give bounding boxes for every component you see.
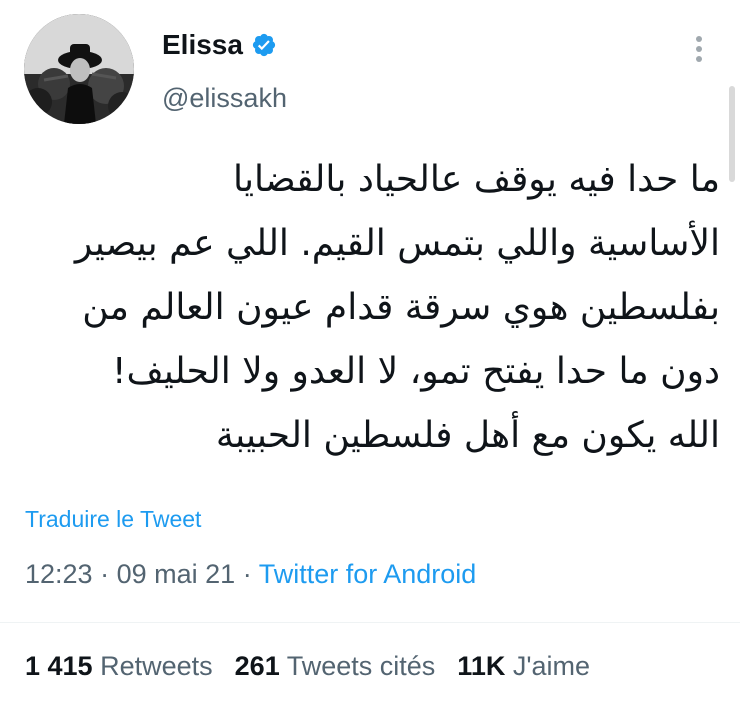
tweet-text-line: بفلسطين هوي سرقة قدام عيون العالم من xyxy=(82,287,720,328)
retweets-count: 1 415 xyxy=(25,651,93,681)
author-handle[interactable]: @elissakh xyxy=(162,82,287,114)
divider xyxy=(0,622,740,623)
verified-badge-icon xyxy=(252,33,276,57)
tweet-text: ما حدا فيه يوقف عالحياد بالقضايا الأساسي… xyxy=(24,148,720,468)
tweet-text-line: دون ما حدا يفتح تمو، لا العدو ولا الحليف… xyxy=(112,351,720,392)
author-display-name[interactable]: Elissa xyxy=(162,28,243,62)
quote-tweets-count: 261 xyxy=(234,651,280,681)
retweets-stat[interactable]: 1 415 Retweets xyxy=(25,648,213,684)
tweet-source-link[interactable]: Twitter for Android xyxy=(259,559,477,589)
tweet-time[interactable]: 12:23 xyxy=(25,559,93,589)
tweet-date[interactable]: 09 mai 21 xyxy=(117,559,236,589)
tweet-metadata: 12:23 · 09 mai 21 · Twitter for Android xyxy=(25,556,476,592)
tweet-text-line: ما حدا فيه يوقف عالحياد بالقضايا xyxy=(233,159,720,200)
translate-tweet-link[interactable]: Traduire le Tweet xyxy=(25,504,201,534)
meta-separator: · xyxy=(242,559,252,589)
scrollbar[interactable] xyxy=(729,86,735,182)
more-vertical-icon[interactable] xyxy=(690,34,708,64)
tweet-text-line: الله يكون مع أهل فلسطين الحبيبة xyxy=(215,415,720,456)
likes-label: J'aime xyxy=(512,651,591,681)
tweet-stats: 1 415 Retweets 261 Tweets cités 11K J'ai… xyxy=(25,648,590,684)
meta-separator: · xyxy=(100,559,110,589)
author-name-row[interactable]: Elissa xyxy=(162,28,277,62)
likes-stat[interactable]: 11K J'aime xyxy=(457,648,590,684)
tweet-text-line: الأساسية واللي بتمس القيم. اللي عم بيصير xyxy=(74,223,720,264)
avatar[interactable] xyxy=(24,14,134,124)
quote-tweets-label: Tweets cités xyxy=(286,651,436,681)
likes-count: 11K xyxy=(457,651,506,681)
retweets-label: Retweets xyxy=(100,651,213,681)
profile-photo-icon xyxy=(24,14,134,124)
quote-tweets-stat[interactable]: 261 Tweets cités xyxy=(235,648,436,684)
tweet-detail: Elissa @elissakh ما حدا فيه يوقف عالحياد… xyxy=(0,0,740,706)
